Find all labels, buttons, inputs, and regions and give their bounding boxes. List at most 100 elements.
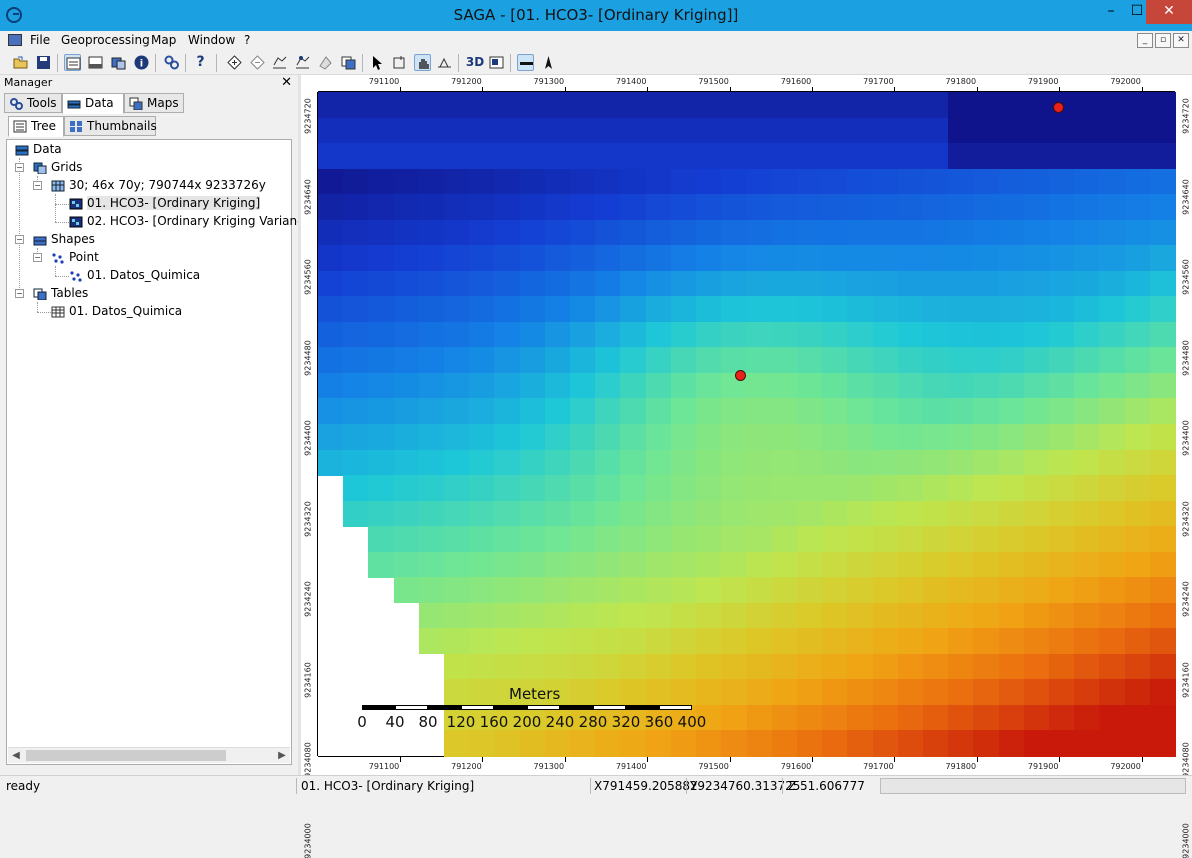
collapse-point-icon[interactable]: − xyxy=(33,253,42,262)
collapse-grids-icon[interactable]: − xyxy=(15,163,24,172)
y-tick-label: 9234320 xyxy=(1181,500,1191,537)
tab-thumbnails[interactable]: Thumbnails xyxy=(64,116,157,136)
grid-cell xyxy=(544,321,571,348)
grid-cell xyxy=(922,143,949,170)
info-icon[interactable]: i xyxy=(133,54,150,71)
menu-help[interactable]: ? xyxy=(244,33,250,47)
show-data-icon[interactable] xyxy=(110,54,127,71)
ruler-left: 9234720 9234640 9234560 9234480 9234400 92343… xyxy=(301,92,318,858)
grid-cell xyxy=(494,449,521,476)
grid-cell xyxy=(469,526,496,553)
scroll-right-icon[interactable]: ▶ xyxy=(274,748,290,764)
menu-geoprocessing[interactable]: Geoprocessing xyxy=(61,33,150,47)
tools-icon[interactable] xyxy=(163,54,180,71)
show-workspace-icon[interactable] xyxy=(64,54,81,71)
move-shape-icon[interactable] xyxy=(294,54,311,71)
grid-cell xyxy=(645,500,672,527)
grid-cell xyxy=(368,219,395,246)
north-arrow-icon[interactable] xyxy=(540,54,557,71)
scalebar-icon[interactable] xyxy=(517,54,534,71)
collapse-tables-icon[interactable]: − xyxy=(15,289,24,298)
help-icon[interactable]: ? xyxy=(192,54,209,71)
collapse-shapes-icon[interactable]: − xyxy=(15,235,24,244)
tree-node-grid-variance[interactable]: 02. HCO3- [Ordinary Kriging Variance] xyxy=(69,213,316,230)
minimize-button[interactable]: – xyxy=(1098,0,1124,24)
grid-cell xyxy=(922,602,949,629)
sample-point[interactable] xyxy=(735,370,746,381)
grid-cell xyxy=(696,143,722,170)
layout-icon[interactable] xyxy=(488,54,505,71)
measure-icon[interactable] xyxy=(436,54,453,71)
grid-cell xyxy=(318,449,344,476)
scale-bar-label: 120 xyxy=(446,713,476,731)
menu-map[interactable]: Map xyxy=(151,33,176,47)
sample-point[interactable] xyxy=(1053,102,1064,113)
mdi-window-icon[interactable] xyxy=(8,34,22,46)
edit-shape-icon[interactable] xyxy=(271,54,288,71)
tree-node-point[interactable]: Point xyxy=(51,249,99,266)
grid-cell xyxy=(570,551,596,578)
tab-tools-label: Tools xyxy=(27,96,57,110)
tab-tools[interactable]: Tools xyxy=(4,93,62,113)
grid-cell xyxy=(645,424,672,451)
manager-close-icon[interactable]: ✕ xyxy=(281,75,292,90)
mdi-close-button[interactable]: ✕ xyxy=(1173,33,1189,48)
add-shape-icon[interactable] xyxy=(226,54,243,71)
tree-node-tables[interactable]: Tables xyxy=(33,285,88,302)
grid-cell xyxy=(746,194,773,221)
collapse-grid-system-icon[interactable]: − xyxy=(33,181,42,190)
open-icon[interactable] xyxy=(12,54,29,71)
tree-node-grid-system[interactable]: 30; 46x 70y; 790744x 9233726y xyxy=(51,177,266,194)
mdi-minimize-button[interactable]: _ xyxy=(1137,33,1153,48)
grid-cell xyxy=(1048,551,1075,578)
grid-cell xyxy=(1149,500,1176,527)
grid-cell xyxy=(796,475,823,502)
scroll-left-icon[interactable]: ◀ xyxy=(8,748,24,764)
remove-shape-icon[interactable] xyxy=(317,54,334,71)
grid-cell xyxy=(368,347,395,374)
grid-cell xyxy=(670,219,697,246)
scroll-thumb[interactable] xyxy=(26,750,226,761)
grid-cell xyxy=(418,117,445,144)
tree-node-grid-kriging[interactable]: 01. HCO3- [Ordinary Kriging] xyxy=(69,195,261,212)
grid-cell xyxy=(721,296,748,323)
layers-icon[interactable] xyxy=(340,54,357,71)
grid-cell xyxy=(746,245,773,272)
grid-cell xyxy=(771,704,798,732)
tab-data[interactable]: Data xyxy=(62,93,124,114)
tree-horizontal-scrollbar[interactable]: ◀ ▶ xyxy=(8,747,290,763)
grid-cell xyxy=(973,219,1000,246)
kriging-grid-raster[interactable] xyxy=(318,92,1176,757)
tree-node-table-datos[interactable]: 01. Datos_Quimica xyxy=(51,303,182,320)
close-button[interactable]: ✕ xyxy=(1146,0,1192,24)
y-tick-label: 9234000 xyxy=(303,822,313,858)
grid-cell xyxy=(570,296,596,323)
map-view[interactable]: 791100 791200 791300 791400 791500 791600 7917… xyxy=(301,75,1192,858)
tree-node-data[interactable]: Data xyxy=(15,141,62,158)
tab-tree[interactable]: Tree xyxy=(8,116,64,137)
del-shape-icon[interactable] xyxy=(249,54,266,71)
mdi-restore-button[interactable]: ▫ xyxy=(1155,33,1171,48)
show-messages-icon[interactable] xyxy=(87,54,104,71)
status-y-coord: Y9234760.313725 xyxy=(690,779,801,793)
menu-file[interactable]: File xyxy=(30,33,50,47)
grid-cell xyxy=(998,270,1025,297)
save-icon[interactable] xyxy=(35,54,52,71)
select-icon[interactable] xyxy=(369,54,386,71)
tree-node-shape-datos[interactable]: 01. Datos_Quimica xyxy=(69,267,200,284)
grid-cell xyxy=(847,117,874,144)
menu-window[interactable]: Window xyxy=(188,33,235,47)
grid-cell xyxy=(418,449,445,476)
grid-cell xyxy=(1023,245,1050,272)
grid-cell xyxy=(469,168,496,195)
3d-view-icon[interactable]: 3D xyxy=(465,54,485,71)
grid-cell xyxy=(1048,704,1075,732)
grid-cell xyxy=(595,577,622,604)
grid-cell xyxy=(1124,730,1151,757)
tree-node-shapes[interactable]: Shapes xyxy=(33,231,95,248)
pan-icon[interactable] xyxy=(414,54,431,71)
tab-maps[interactable]: Maps xyxy=(124,93,184,113)
tree-node-grids[interactable]: Grids xyxy=(33,159,82,176)
grid-cell xyxy=(645,628,672,655)
zoom-icon[interactable] xyxy=(392,54,409,71)
